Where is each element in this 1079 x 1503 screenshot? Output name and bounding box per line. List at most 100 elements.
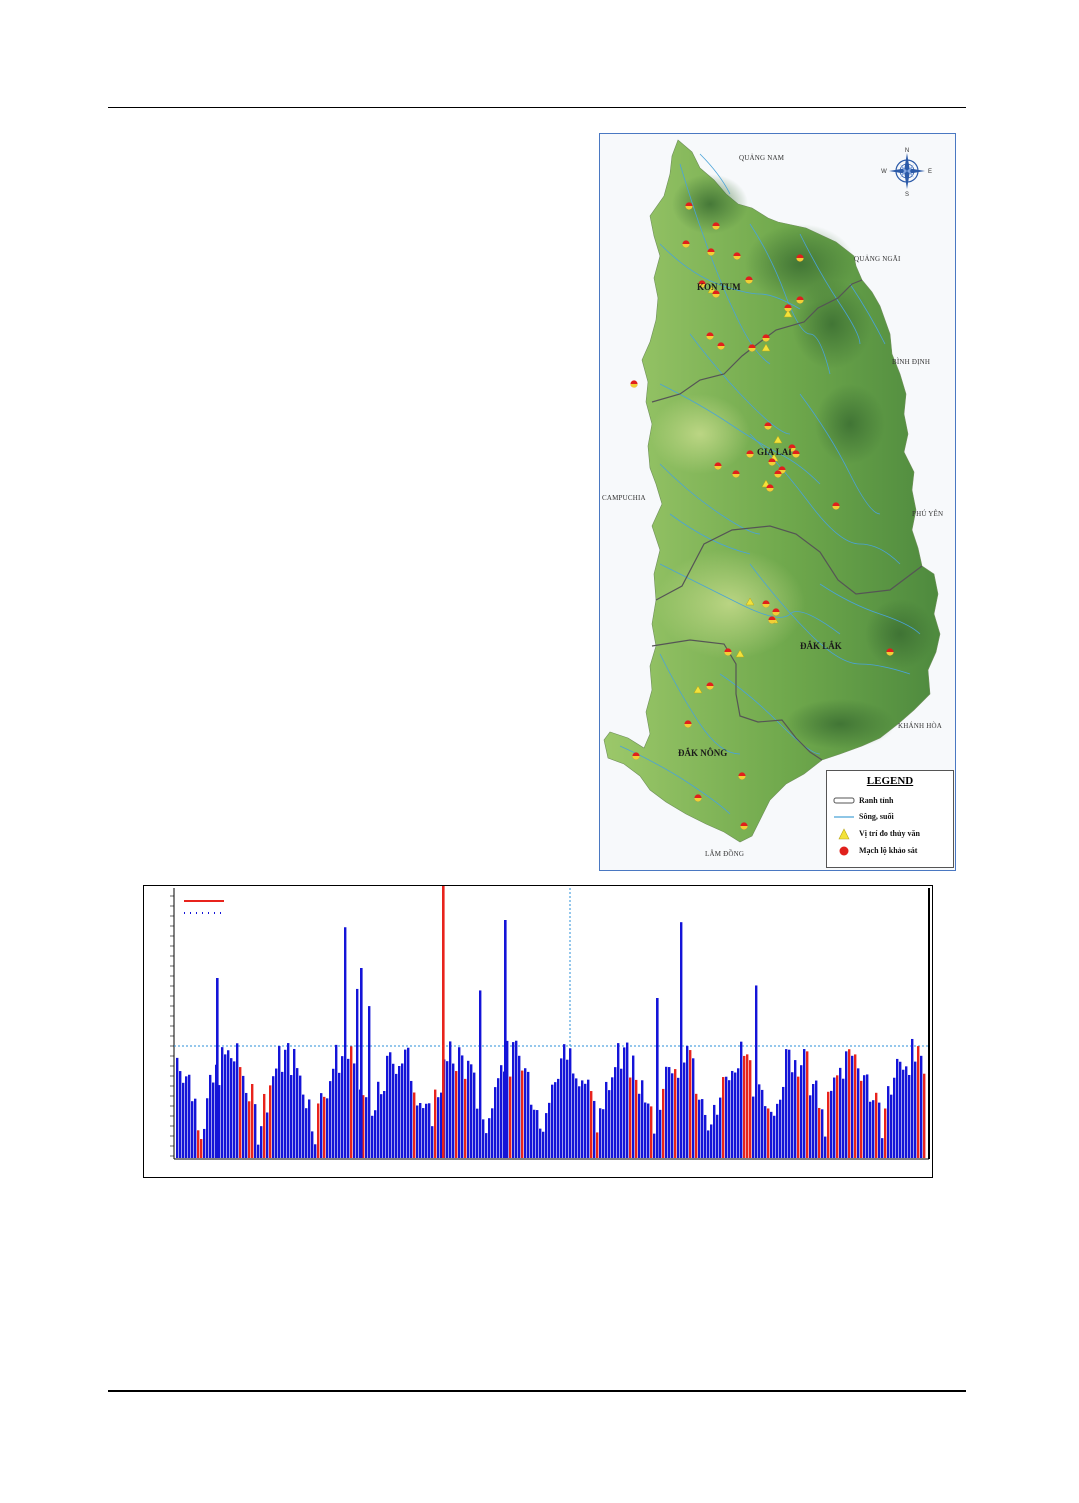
bar-series-2 [476,1108,479,1158]
province-label-gia-lai: GIA LAI [757,447,792,457]
bar-series-2 [416,1105,419,1158]
bar-series-2 [314,1144,317,1158]
bar-series-2 [467,1060,470,1158]
region-label-quang-nam: QUẢNG NAM [739,154,785,162]
bar-series-2 [764,1106,767,1158]
bar-series-2 [839,1067,842,1158]
bar-series-2 [422,1108,425,1158]
bar-series-2 [581,1080,584,1158]
bar-series-2 [191,1101,194,1158]
bar-series-2 [491,1108,494,1158]
bar-series-1 [749,1060,752,1158]
bar-series-2 [587,1079,590,1158]
bar-series-2 [905,1066,908,1158]
bar-series-2 [614,1067,617,1158]
bar-series-2 [188,1074,191,1158]
compass-n: N [905,148,909,154]
bar-series-2 [794,1060,797,1158]
bar-series-2 [260,1126,263,1158]
bar-series-2 [872,1100,875,1158]
bar-series-2 [770,1111,773,1158]
bar-peak [360,968,363,1158]
bar-series-1 [746,1054,749,1158]
bar-series-2 [536,1110,539,1158]
triangle-marker-icon [833,827,855,840]
bar-series-2 [437,1097,440,1158]
region-label-lam-dong: LÂM ĐỒNG [705,850,745,858]
bar-series-1 [263,1093,266,1158]
bar-series-1 [695,1093,698,1158]
bar-series-2 [761,1089,764,1158]
bar-series-2 [866,1074,869,1158]
bar-series-1 [806,1051,809,1158]
bar-series-2 [758,1084,761,1158]
bar-series-2 [680,922,683,1158]
bar-series-2 [410,1080,413,1158]
bar-series-2 [308,1099,311,1158]
legend-label-boundary: Ranh tỉnh [859,795,894,805]
bar-series-2 [824,1136,827,1158]
bar-series-2 [623,1047,626,1158]
bar-series-2 [209,1074,212,1158]
river-swatch-icon [833,810,855,822]
bar-series-2 [782,1086,785,1158]
bar-series-2 [479,990,482,1158]
bar-series-2 [311,1131,314,1158]
bar-series-2 [716,1114,719,1158]
bar-series-2 [182,1082,185,1158]
bar-series-2 [320,1093,323,1158]
bar-series-2 [881,1138,884,1158]
bar-series-2 [599,1108,602,1158]
bar-series-2 [737,1068,740,1158]
bar-series-2 [272,1076,275,1158]
legend-item-triangle: Vị trí đo thủy văn [833,826,920,840]
bar-series-1 [521,1070,524,1158]
bar-series-2 [608,1090,611,1158]
bar-series-2 [869,1101,872,1158]
bar-series-2 [389,1052,392,1158]
bar-series-2 [908,1074,911,1158]
chart-canvas [170,886,930,1160]
bar-series-2 [500,1065,503,1158]
bar-series-2 [302,1094,305,1158]
bar-series-2 [620,1068,623,1158]
map-canvas [600,134,955,870]
bar-series-2 [488,1118,491,1158]
bar-series-2 [179,1071,182,1158]
bar-series-1 [635,1079,638,1158]
bar-series-2 [452,1063,455,1158]
bar-series-2 [788,1049,791,1158]
bar-series-2 [542,1131,545,1158]
bar-series-2 [845,1051,848,1158]
bar-series-2 [548,1102,551,1158]
bar-series-2 [584,1083,587,1158]
bar-series-1 [854,1054,857,1158]
bar-series-1 [248,1101,251,1158]
bar-series-2 [266,1112,269,1158]
bar-series-2 [497,1078,500,1158]
map-legend: LEGEND Ranh tỉnh Sông, suối Vị trí đo th… [826,770,954,868]
bar-series-2 [545,1113,548,1158]
bar-series-2 [701,1099,704,1158]
bar-series-2 [578,1086,581,1158]
bar-series-2 [899,1061,902,1158]
bar-series-1 [455,1071,458,1158]
bar-series-2 [515,1040,518,1158]
bar-series-2 [821,1109,824,1158]
bar-series-2 [719,1097,722,1158]
bar-series-2 [830,1090,833,1158]
bar-series-2 [890,1094,893,1158]
circle-marker-icon [833,844,855,856]
bar-series-2 [539,1128,542,1158]
bar-series-2 [371,1115,374,1158]
bar-series-2 [920,1055,923,1158]
bar-series-1 [860,1080,863,1158]
bar-series-2 [230,1058,233,1158]
bar-series-2 [518,1055,521,1158]
bar-series-2 [212,1082,215,1158]
bar-series-2 [287,1043,290,1158]
bar-series-1 [827,1091,830,1158]
bar-series-1 [350,1046,353,1158]
bar-series-2 [224,1054,227,1158]
bar-series-2 [347,1058,350,1158]
